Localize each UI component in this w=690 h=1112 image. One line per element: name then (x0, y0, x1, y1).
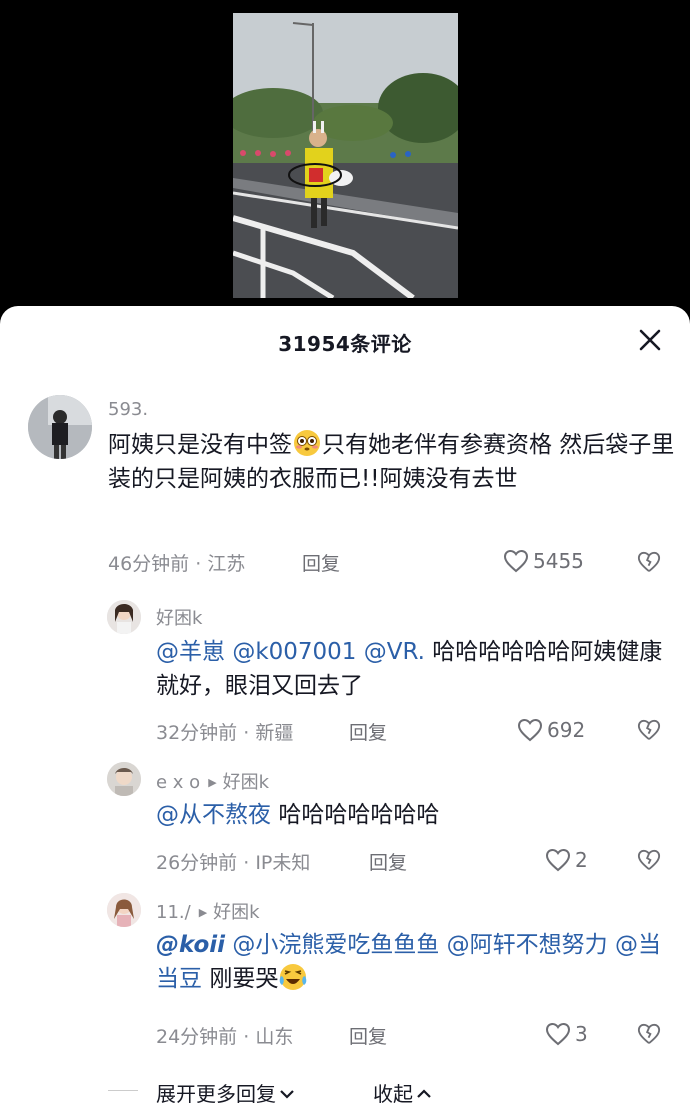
heart-icon (517, 718, 543, 742)
comment-meta: 26分钟前 · IP未知 (156, 852, 311, 874)
like-count: 692 (547, 718, 586, 742)
comment-username[interactable]: 593. (108, 399, 148, 420)
reply-target[interactable]: 好困k (213, 902, 259, 923)
chevron-up-icon (415, 1082, 433, 1106)
mention-link[interactable]: @从不熬夜 (156, 802, 271, 828)
reply-arrow-icon: ▶ (198, 906, 208, 919)
comment-meta: 24分钟前 · 山东 (156, 1026, 294, 1048)
like-count: 3 (575, 1022, 588, 1046)
avatar[interactable] (107, 762, 141, 796)
reply-button[interactable]: 回复 (302, 549, 340, 576)
comment-text: @koii @小浣熊爱吃鱼鱼鱼 @阿轩不想努力 @当当豆 刚要哭 (156, 932, 661, 992)
comment-count-title: 31954条评论 (278, 332, 412, 356)
mention-link[interactable]: @羊崽 (156, 639, 225, 665)
comment-text: 阿姨只是没有中签 只有她老伴有参赛资格 然后袋子里装的只是阿姨的衣服而已!!阿姨没… (108, 428, 678, 496)
reply-target[interactable]: 好困k (223, 772, 269, 793)
video-area[interactable] (0, 0, 690, 320)
comment-meta: 32分钟前 · 新疆 (156, 722, 294, 744)
like-button[interactable]: 692 (517, 718, 585, 742)
reply-button[interactable]: 回复 (349, 1022, 387, 1049)
chevron-down-icon (278, 1082, 296, 1106)
avatar[interactable] (28, 395, 92, 459)
comment-username: e x o ▶ 好困k (156, 768, 269, 794)
comment-text: @羊崽 @k007001 @VR. 哈哈哈哈哈哈阿姨健康就好，眼泪又回去了 (156, 639, 663, 699)
like-count: 2 (575, 848, 588, 872)
broken-heart-icon[interactable] (637, 1022, 661, 1046)
reply-author[interactable]: e x o (156, 772, 200, 793)
crying-laughing-emoji (278, 962, 308, 992)
mention-link[interactable]: @阿轩不想努力 (447, 932, 608, 958)
divider (108, 1090, 138, 1091)
collapse-replies-button[interactable]: 收起 (373, 1078, 433, 1107)
comment-sheet: 31954条评论 593. 阿姨只是没有中签 只有她老伴有参赛资格 然后袋子里装的… (0, 306, 690, 1112)
comment-text: @从不熬夜 哈哈哈哈哈哈哈 (156, 802, 440, 828)
heart-icon (503, 549, 529, 573)
mention-link[interactable]: @koii (156, 932, 225, 958)
broken-heart-icon[interactable] (637, 718, 661, 742)
comment-username: 11./ ▶ 好困k (156, 898, 260, 924)
avatar[interactable] (107, 600, 141, 634)
flushed-emoji (292, 428, 322, 458)
expand-replies-button[interactable]: 展开更多回复 (156, 1078, 296, 1107)
heart-icon (545, 1022, 571, 1046)
like-button[interactable]: 3 (545, 1022, 588, 1046)
mention-link[interactable]: @VR. (364, 639, 425, 665)
reply-author[interactable]: 11./ (156, 902, 191, 923)
reply-button[interactable]: 回复 (369, 848, 407, 875)
mention-link[interactable]: @k007001 (232, 639, 356, 665)
close-icon[interactable] (638, 328, 662, 352)
comment-username[interactable]: 好困k (156, 604, 202, 630)
like-count: 5455 (533, 549, 584, 573)
marathon-photo (233, 13, 458, 298)
reply-button[interactable]: 回复 (349, 718, 387, 745)
like-button[interactable]: 5455 (503, 549, 584, 573)
heart-icon (545, 848, 571, 872)
avatar[interactable] (107, 893, 141, 927)
like-button[interactable]: 2 (545, 848, 588, 872)
broken-heart-icon[interactable] (637, 550, 661, 574)
comment-meta: 46分钟前 · 江苏 (108, 553, 246, 575)
mention-link[interactable]: @小浣熊爱吃鱼鱼鱼 (232, 932, 439, 958)
broken-heart-icon[interactable] (637, 848, 661, 872)
reply-arrow-icon: ▶ (208, 776, 217, 789)
